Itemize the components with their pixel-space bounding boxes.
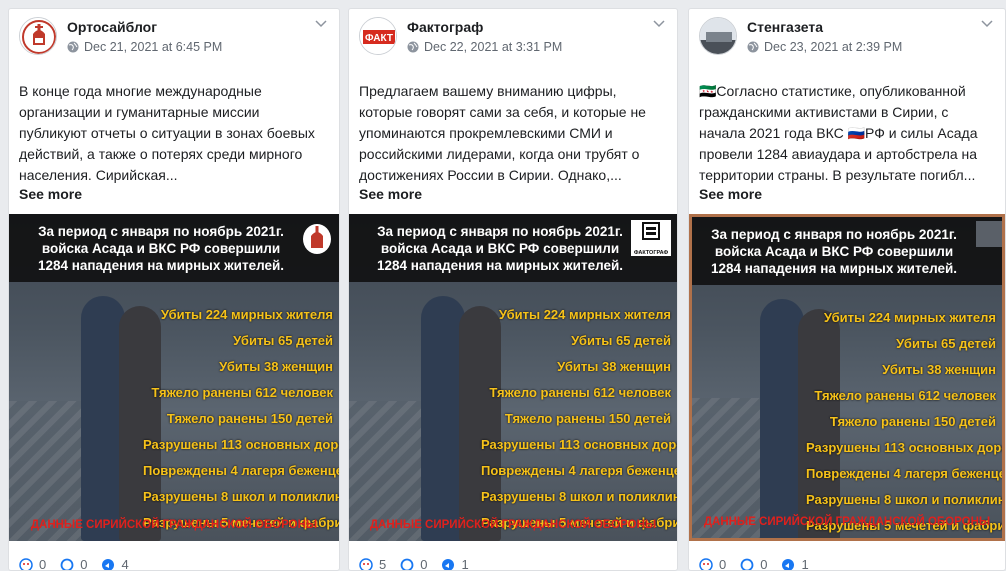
- emoji-count: 5: [379, 557, 387, 571]
- chevron-down-icon[interactable]: [979, 17, 995, 29]
- stat-line: Убиты 65 детей: [233, 333, 333, 348]
- stat-line: Тяжело ранены 150 детей: [829, 414, 996, 429]
- comment-icon[interactable]: [740, 558, 754, 571]
- emoji-reaction-icon[interactable]: [19, 557, 33, 571]
- see-more-link[interactable]: See more: [699, 186, 762, 202]
- stat-line: Убиты 38 женщин: [882, 362, 996, 377]
- post-date[interactable]: Dec 23, 2021 at 2:39 PM: [764, 40, 902, 54]
- post-image[interactable]: За период с января по ноябрь 2021г. войс…: [349, 214, 677, 541]
- post-date[interactable]: Dec 21, 2021 at 6:45 PM: [84, 40, 222, 54]
- stat-line: Тяжело ранены 612 человек: [814, 388, 996, 403]
- stat-line: Тяжело ранены 150 детей: [166, 411, 333, 426]
- stats-list: Убиты 224 мирных жителя Убиты 65 детей У…: [143, 302, 339, 536]
- avatar[interactable]: ФАКТ: [359, 17, 397, 55]
- author-name[interactable]: Стенгазета: [747, 19, 823, 35]
- post-header: Стенгазета Dec 23, 2021 at 2:39 PM: [689, 9, 1005, 61]
- post-meta: Dec 23, 2021 at 2:39 PM: [747, 40, 902, 54]
- post-text: 🇸🇾Согласно статистике, опубликованной гр…: [699, 83, 978, 183]
- post-image[interactable]: За период с января по ноябрь 2021г. войс…: [689, 214, 1005, 541]
- screen-icon: [642, 222, 660, 240]
- stats-list: Убиты 224 мирных жителя Убиты 65 детей У…: [806, 305, 1005, 538]
- stat-line: Разрушены 8 школ и поликлиник: [143, 489, 339, 504]
- chevron-down-icon[interactable]: [313, 17, 329, 29]
- badge-caption: ФАКТОГРАФ: [633, 250, 669, 256]
- emoji-reaction-icon[interactable]: [359, 557, 373, 571]
- author-name[interactable]: Ортосайблог: [67, 19, 157, 35]
- stat-line: Тяжело ранены 150 детей: [504, 411, 671, 426]
- stat-line: Тяжело ранены 612 человек: [151, 385, 333, 400]
- comment-count: 0: [760, 557, 768, 571]
- image-headline: За период с января по ноябрь 2021г. войс…: [376, 224, 624, 273]
- share-count: 1: [801, 557, 809, 571]
- chevron-down-icon[interactable]: [651, 17, 667, 29]
- see-more-link[interactable]: See more: [19, 186, 82, 202]
- emoji-count: 0: [39, 557, 47, 571]
- post-header: Ортосайблог Dec 21, 2021 at 6:45 PM: [9, 9, 339, 61]
- post-header: ФАКТ Фактограф Dec 22, 2021 at 3:31 PM: [349, 9, 677, 61]
- orthodox-logo-icon: [20, 18, 56, 54]
- image-source: ДАННЫЕ СИРИЙСКОЙ ГРАЖДАНСКОЙ ОБОРОНЫ: [703, 516, 991, 528]
- image-banner: За период с января по ноябрь 2021г. войс…: [9, 214, 339, 282]
- stats-list: Убиты 224 мирных жителя Убиты 65 детей У…: [481, 302, 677, 536]
- post-meta: Dec 21, 2021 at 6:45 PM: [67, 40, 222, 54]
- post-image[interactable]: За период с января по ноябрь 2021г. войс…: [9, 214, 339, 541]
- post-card-1: Ортосайблог Dec 21, 2021 at 6:45 PM В ко…: [8, 8, 340, 571]
- stat-line: Разрушены 113 основных дорог: [143, 437, 339, 452]
- stat-line: Повреждены 4 лагеря беженцев: [481, 463, 677, 478]
- author-name[interactable]: Фактограф: [407, 19, 483, 35]
- stat-line: Убиты 65 детей: [896, 336, 996, 351]
- reactions-bar: 0 0 1: [699, 557, 817, 571]
- faktograf-badge: ФАКТОГРАФ: [631, 220, 671, 256]
- stat-line: Убиты 38 женщин: [219, 359, 333, 374]
- stat-line: Убиты 65 детей: [571, 333, 671, 348]
- image-banner: За период с января по ноябрь 2021г. войс…: [349, 214, 677, 282]
- faktograf-logo-icon: ФАКТ: [360, 18, 396, 54]
- share-icon[interactable]: [101, 558, 115, 571]
- stat-line: Убиты 38 женщин: [557, 359, 671, 374]
- stat-line: Убиты 224 мирных жителя: [498, 307, 671, 322]
- comment-count: 0: [80, 557, 88, 571]
- share-icon[interactable]: [441, 558, 455, 571]
- reactions-bar: 5 0 1: [359, 557, 477, 571]
- globe-icon: [407, 41, 419, 53]
- emoji-count: 0: [719, 557, 727, 571]
- post-meta: Dec 22, 2021 at 3:31 PM: [407, 40, 562, 54]
- stat-line: Убиты 224 мирных жителя: [823, 310, 996, 325]
- stat-line: Тяжело ранены 612 человек: [489, 385, 671, 400]
- stat-line: Разрушены 113 основных дорог: [806, 440, 1005, 455]
- stat-line: Разрушены 8 школ и поликлиник: [481, 489, 677, 504]
- stat-line: Разрушены 8 школ и поликлиник: [806, 492, 1005, 507]
- stat-line: Разрушены 113 основных дорог: [481, 437, 677, 452]
- comment-count: 0: [420, 557, 428, 571]
- stengazeta-logo-icon: [700, 18, 736, 54]
- share-count: 4: [121, 557, 129, 571]
- thumbnail-logo: [976, 221, 1002, 247]
- post-card-2: ФАКТ Фактограф Dec 22, 2021 at 3:31 PM П…: [348, 8, 678, 571]
- avatar[interactable]: [19, 17, 57, 55]
- image-banner: За период с января по ноябрь 2021г. войс…: [692, 217, 1002, 285]
- avatar[interactable]: [699, 17, 737, 55]
- svg-text:ФАКТ: ФАКТ: [365, 33, 393, 44]
- stat-line: Повреждены 4 лагеря беженцев: [806, 466, 1005, 481]
- image-headline: За период с января по ноябрь 2021г. войс…: [37, 224, 285, 273]
- comment-icon[interactable]: [400, 558, 414, 571]
- stat-line: Повреждены 4 лагеря беженцев: [143, 463, 339, 478]
- share-count: 1: [461, 557, 469, 571]
- comment-icon[interactable]: [60, 558, 74, 571]
- share-icon[interactable]: [781, 558, 795, 571]
- globe-icon: [67, 41, 79, 53]
- post-text: В конце года многие международные органи…: [19, 83, 315, 183]
- image-headline: За период с января по ноябрь 2021г. войс…: [710, 227, 958, 276]
- emoji-reaction-icon[interactable]: [699, 557, 713, 571]
- image-source: ДАННЫЕ СИРИЙСКОЙ ГРАЖДАНСКОЙ ОБОРОНЫ: [30, 519, 318, 531]
- globe-icon: [747, 41, 759, 53]
- orthodox-logo-icon: [303, 224, 331, 254]
- see-more-link[interactable]: See more: [359, 186, 422, 202]
- post-card-3: Стенгазета Dec 23, 2021 at 2:39 PM 🇸🇾Сог…: [688, 8, 1006, 571]
- image-source: ДАННЫЕ СИРИЙСКОЙ ГРАЖДАНСКОЙ ОБОРОНЫ: [369, 519, 657, 531]
- post-date[interactable]: Dec 22, 2021 at 3:31 PM: [424, 40, 562, 54]
- reactions-bar: 0 0 4: [19, 557, 137, 571]
- stat-line: Убиты 224 мирных жителя: [160, 307, 333, 322]
- post-text: Предлагаем вашему вниманию цифры, которы…: [359, 83, 646, 183]
